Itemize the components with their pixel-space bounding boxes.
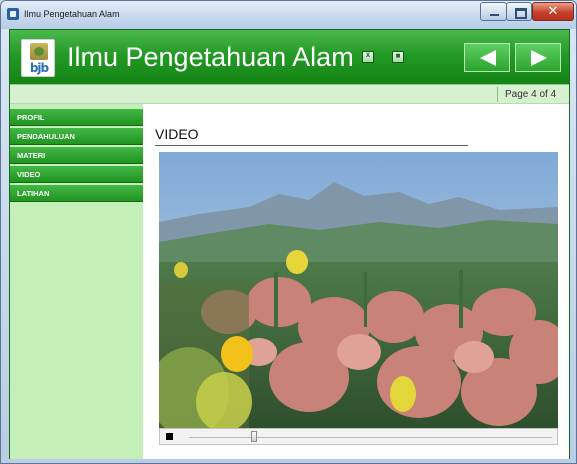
logo-letters: bjb (29, 61, 49, 75)
close-square-icon: x (365, 50, 371, 59)
close-square-button[interactable]: x (362, 50, 374, 63)
crest-icon (30, 43, 48, 60)
video-controls (159, 428, 558, 445)
window-title: Ilmu Pengetahuan Alam (24, 9, 120, 19)
restore-square-icon: ■ (395, 51, 401, 60)
app-header: bjb Ilmu Pengetahuan Alam x ■ (10, 30, 569, 84)
page-indicator: Page 4 of 4 (505, 89, 557, 100)
triangle-right-icon (531, 50, 547, 66)
app-title: Ilmu Pengetahuan Alam (67, 42, 354, 72)
minimize-button[interactable] (480, 2, 507, 21)
app-window: Ilmu Pengetahuan Alam ✕ bjb Ilmu Pengeta… (0, 0, 577, 464)
triangle-left-icon (480, 50, 496, 66)
sidebar-item-label: PROFIL (17, 113, 45, 122)
application-frame: bjb Ilmu Pengetahuan Alam x ■ Page 4 of … (9, 29, 570, 459)
close-button[interactable]: ✕ (532, 2, 574, 21)
sidebar-item-materi[interactable]: MATERI (10, 147, 143, 164)
app-logo: bjb (21, 39, 55, 77)
maximize-button[interactable] (506, 2, 532, 21)
sidebar: PROFIL PENDAHULUAN MATERI VIDEO LATIHAN (10, 104, 143, 459)
sidebar-item-label: LATIHAN (17, 189, 50, 198)
sidebar-item-video[interactable]: VIDEO (10, 166, 143, 183)
seek-bar[interactable] (189, 437, 552, 438)
sidebar-item-label: PENDAHULUAN (17, 132, 75, 141)
sidebar-item-profil[interactable]: PROFIL (10, 109, 143, 126)
video-frame[interactable] (159, 152, 558, 428)
stop-icon[interactable] (166, 433, 173, 440)
next-page-button[interactable] (515, 43, 561, 72)
restore-square-button[interactable]: ■ (392, 51, 404, 63)
app-icon (7, 8, 19, 20)
content-panel: VIDEO (143, 104, 569, 459)
section-title: VIDEO (155, 126, 199, 142)
page-bar: Page 4 of 4 (10, 84, 569, 104)
section-divider (155, 145, 468, 146)
seek-thumb[interactable] (251, 431, 257, 442)
video-landscape-image (159, 152, 558, 428)
window-titlebar[interactable]: Ilmu Pengetahuan Alam ✕ (1, 1, 576, 29)
sidebar-item-latihan[interactable]: LATIHAN (10, 185, 143, 202)
sidebar-item-label: VIDEO (17, 170, 41, 179)
previous-page-button[interactable] (464, 43, 510, 72)
sidebar-item-label: MATERI (17, 151, 46, 160)
close-icon: ✕ (547, 4, 559, 19)
page-separator (497, 87, 498, 102)
sidebar-item-pendahuluan[interactable]: PENDAHULUAN (10, 128, 143, 145)
